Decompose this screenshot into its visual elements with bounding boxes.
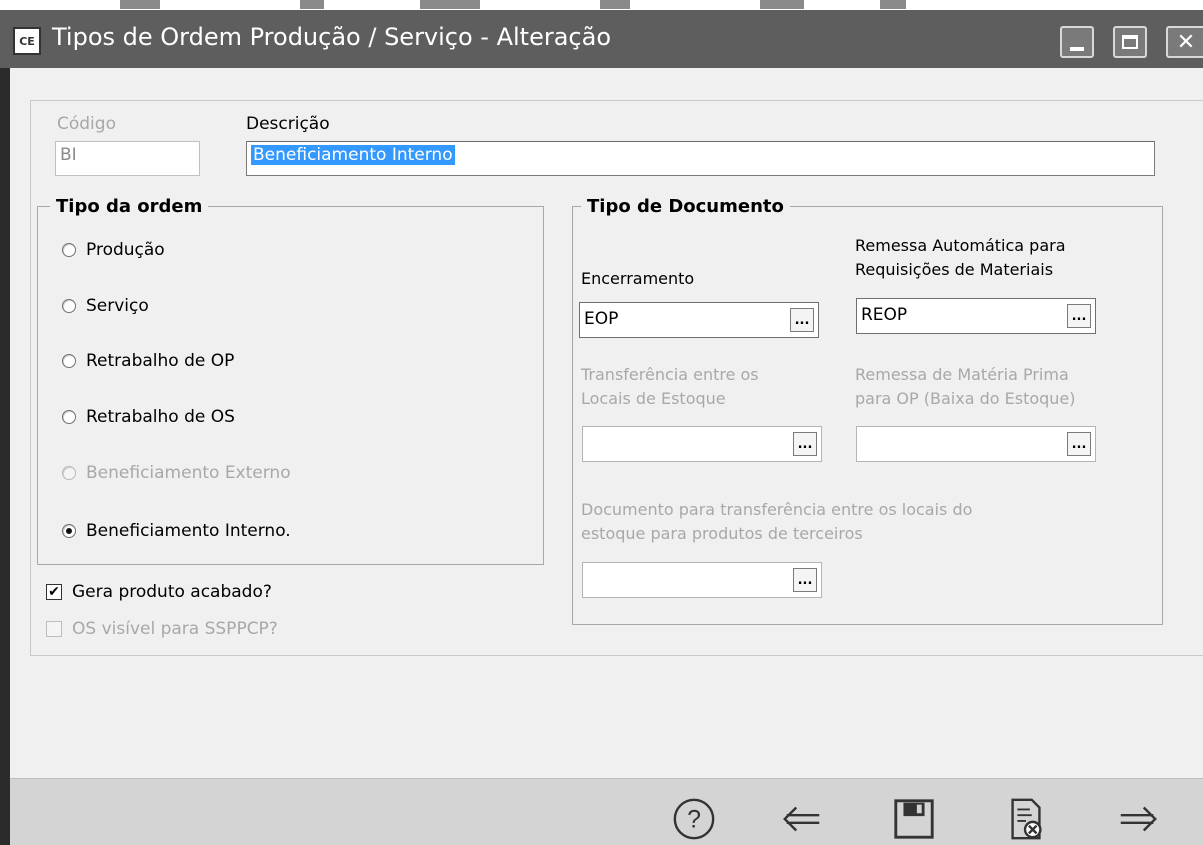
transferencia-label-2: Locais de Estoque	[581, 389, 726, 408]
tipo-documento-legend: Tipo de Documento	[581, 196, 790, 217]
checkbox-icon	[46, 621, 62, 637]
title-bar[interactable]: CE Tipos de Ordem Produção / Serviço - A…	[0, 10, 1203, 68]
os-visivel-checkbox[interactable]: OS visível para SSPPCP?	[46, 619, 278, 639]
remessa-automatica-value: REOP	[861, 305, 908, 325]
save-icon	[894, 799, 934, 839]
codigo-label: Código	[57, 114, 116, 134]
close-icon: ✕	[1176, 29, 1196, 55]
radio-icon	[62, 410, 76, 424]
cancel-document-icon	[1011, 798, 1042, 840]
radio-label: Beneficiamento Interno.	[86, 521, 291, 541]
encerramento-label: Encerramento	[581, 269, 695, 288]
remessa-mp-search-button[interactable]: ...	[1067, 432, 1091, 456]
transferencia-label-1: Transferência entre os	[581, 365, 759, 384]
window-title: Tipos de Ordem Produção / Serviço - Alte…	[52, 23, 612, 51]
arrow-left-icon	[783, 806, 820, 832]
tipo-ordem-legend: Tipo da ordem	[50, 196, 209, 217]
os-visivel-label: OS visível para SSPPCP?	[72, 619, 278, 639]
help-button[interactable]: ?	[670, 795, 718, 843]
remessa-automatica-search-button[interactable]: ...	[1067, 304, 1091, 328]
doc-terceiros-lookup[interactable]: ...	[582, 562, 822, 598]
cancel-button[interactable]	[1002, 795, 1050, 843]
maximize-button[interactable]	[1113, 26, 1147, 58]
gera-produto-label: Gera produto acabado?	[72, 582, 272, 602]
encerramento-value: EOP	[584, 309, 619, 329]
app-icon: CE	[13, 27, 41, 55]
back-button[interactable]	[778, 795, 826, 843]
radio-retrabalho-op[interactable]: Retrabalho de OP	[62, 351, 234, 371]
forward-button[interactable]	[1114, 795, 1162, 843]
window-left-edge	[0, 68, 10, 845]
bottom-toolbar: ?	[10, 778, 1203, 845]
close-button[interactable]: ✕	[1166, 26, 1203, 58]
radio-icon	[62, 466, 76, 480]
radio-label: Produção	[86, 240, 165, 260]
radio-retrabalho-os[interactable]: Retrabalho de OS	[62, 407, 235, 427]
doc-terceiros-search-button[interactable]: ...	[793, 568, 817, 592]
tipo-ordem-group: Tipo da ordem Produção Serviço Retrabalh…	[37, 196, 544, 565]
transferencia-lookup[interactable]: ...	[582, 426, 822, 462]
remessa-mp-lookup[interactable]: ...	[856, 426, 1096, 462]
radio-icon	[62, 243, 76, 257]
minimize-button[interactable]	[1060, 26, 1094, 58]
radio-label: Beneficiamento Externo	[86, 463, 291, 483]
radio-label: Retrabalho de OP	[86, 351, 235, 371]
radio-icon	[62, 354, 76, 368]
radio-beneficiamento-interno[interactable]: Beneficiamento Interno.	[62, 521, 291, 541]
minimize-icon	[1070, 47, 1084, 51]
descricao-input[interactable]: Beneficiamento Interno	[246, 141, 1155, 176]
remessa-automatica-label-1: Remessa Automática para	[855, 236, 1066, 255]
remessa-automatica-lookup[interactable]: REOP ...	[856, 298, 1096, 334]
help-icon: ?	[673, 798, 715, 840]
doc-terceiros-label-1: Documento para transferência entre os lo…	[581, 500, 973, 519]
svg-text:?: ?	[687, 806, 701, 834]
encerramento-lookup[interactable]: EOP ...	[579, 302, 819, 338]
transferencia-search-button[interactable]: ...	[793, 432, 817, 456]
remessa-mp-label-2: para OP (Baixa do Estoque)	[855, 389, 1076, 408]
doc-terceiros-label-2: estoque para produtos de terceiros	[581, 524, 863, 543]
radio-icon	[62, 299, 76, 313]
checkbox-checked-icon: ✔	[46, 584, 62, 600]
radio-beneficiamento-externo[interactable]: Beneficiamento Externo	[62, 463, 291, 483]
descricao-value: Beneficiamento Interno	[251, 145, 455, 165]
remessa-mp-label-1: Remessa de Matéria Prima	[855, 365, 1069, 384]
codigo-value: BI	[60, 145, 77, 165]
encerramento-search-button[interactable]: ...	[790, 308, 814, 332]
radio-servico[interactable]: Serviço	[62, 296, 149, 316]
radio-label: Retrabalho de OS	[86, 407, 235, 427]
codigo-field[interactable]: BI	[55, 141, 200, 176]
arrow-right-icon	[1120, 806, 1157, 832]
background-window-strip	[0, 0, 1203, 10]
maximize-icon	[1122, 35, 1138, 49]
save-button[interactable]	[890, 795, 938, 843]
gera-produto-checkbox[interactable]: ✔ Gera produto acabado?	[46, 582, 272, 602]
radio-producao[interactable]: Produção	[62, 240, 165, 260]
descricao-label: Descrição	[246, 114, 330, 134]
remessa-automatica-label-2: Requisições de Materiais	[855, 260, 1054, 279]
radio-selected-icon	[62, 524, 76, 538]
radio-label: Serviço	[86, 296, 149, 316]
